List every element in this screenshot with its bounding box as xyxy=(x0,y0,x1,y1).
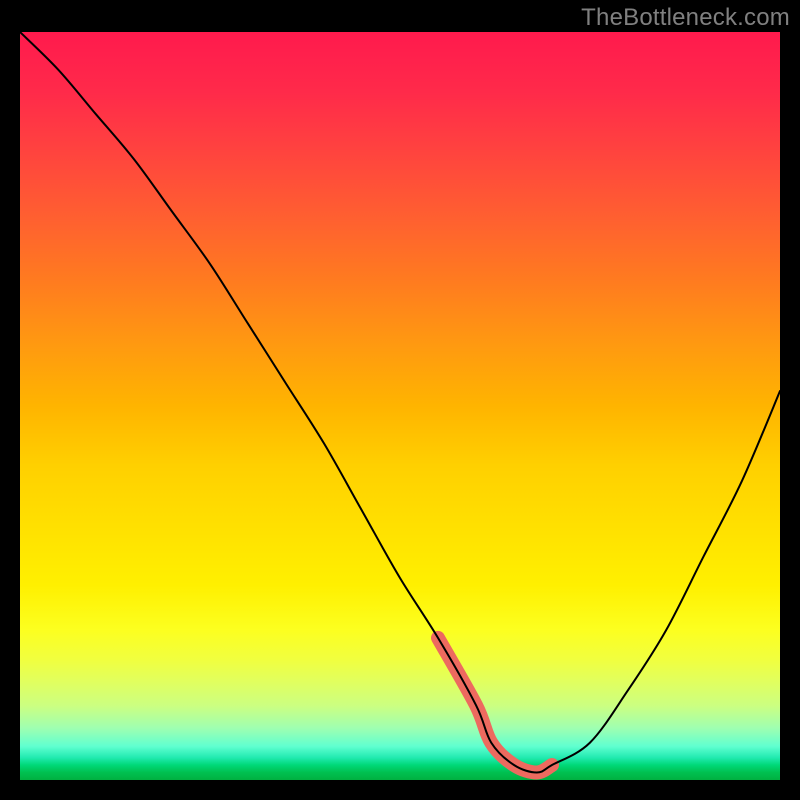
watermark-text: TheBottleneck.com xyxy=(581,4,790,32)
chart-container: TheBottleneck.com xyxy=(0,0,800,800)
curve-line xyxy=(20,32,780,773)
bottleneck-curve xyxy=(20,32,780,780)
plot-area xyxy=(20,32,780,780)
curve-highlight xyxy=(438,638,552,773)
